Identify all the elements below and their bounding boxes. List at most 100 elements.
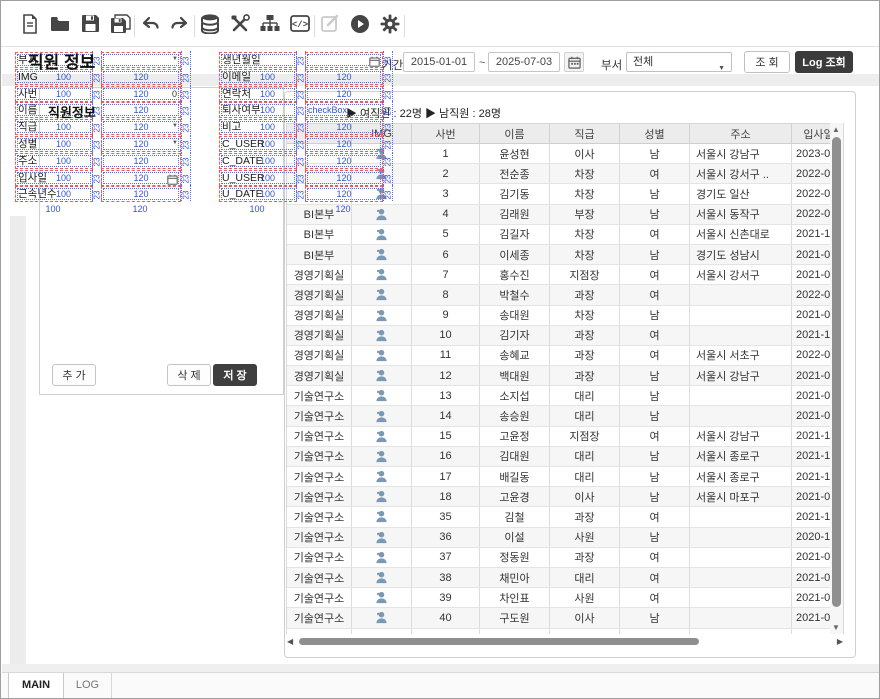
- person-icon[interactable]: [352, 406, 412, 425]
- person-icon[interactable]: [352, 568, 412, 587]
- column-header-이름[interactable]: 이름: [480, 124, 550, 143]
- cell[interactable]: [690, 588, 792, 607]
- cell[interactable]: 서울시 종로구: [690, 467, 792, 486]
- table-row[interactable]: BI본부4김래원부장남서울시 동작구2022-0..: [287, 205, 844, 225]
- designer-input-사번[interactable]: 1200: [101, 86, 181, 102]
- cell[interactable]: 고윤경: [480, 487, 550, 506]
- cell[interactable]: 백대원: [480, 366, 550, 385]
- cell[interactable]: 남: [620, 487, 690, 506]
- redo-button[interactable]: [169, 15, 191, 37]
- designer-label-비고[interactable]: 100비고: [219, 119, 297, 135]
- add-button[interactable]: 추 가: [52, 364, 96, 386]
- cell[interactable]: 서울시 강남구: [690, 427, 792, 446]
- sitemap-button[interactable]: [259, 15, 281, 37]
- designer-input-직급[interactable]: 120▼: [101, 119, 181, 135]
- save-all-button[interactable]: [109, 15, 131, 37]
- cell[interactable]: 차장: [550, 225, 620, 244]
- cell[interactable]: 대리: [550, 568, 620, 587]
- date-from-input[interactable]: [403, 52, 475, 72]
- cell[interactable]: 차장: [550, 184, 620, 203]
- person-icon[interactable]: [352, 507, 412, 526]
- cell[interactable]: 차장: [550, 164, 620, 183]
- person-icon[interactable]: [352, 306, 412, 325]
- cell[interactable]: 기술연구소: [287, 528, 352, 547]
- designer-input-성별[interactable]: 120▼: [101, 136, 181, 152]
- cell[interactable]: 경영기획실: [287, 366, 352, 385]
- scroll-left-icon[interactable]: ◀: [287, 637, 293, 646]
- person-icon[interactable]: [352, 265, 412, 284]
- designer-label-이메일[interactable]: 100이메일: [219, 69, 297, 85]
- cell[interactable]: 경기도 일산: [690, 184, 792, 203]
- cell[interactable]: 경영기획실: [287, 346, 352, 365]
- vertical-scrollbar[interactable]: ▲ ▼: [830, 123, 843, 634]
- cell[interactable]: 윤성현: [480, 144, 550, 163]
- table-row[interactable]: 기술연구소18고윤경이사남서울시 마포구2021-0..: [287, 487, 844, 507]
- cell[interactable]: 배길동: [480, 467, 550, 486]
- cell[interactable]: [690, 285, 792, 304]
- cell[interactable]: 8: [412, 285, 480, 304]
- table-row[interactable]: 기술연구소37정동원과장여2021-0..: [287, 548, 844, 568]
- cell[interactable]: 13: [412, 386, 480, 405]
- cell[interactable]: 여: [620, 285, 690, 304]
- cell[interactable]: 기술연구소: [287, 588, 352, 607]
- cell[interactable]: 차장: [550, 306, 620, 325]
- cell[interactable]: 기술연구소: [287, 608, 352, 627]
- cell[interactable]: 경영기획실: [287, 265, 352, 284]
- dept-select[interactable]: 전체▼: [626, 52, 732, 72]
- table-row[interactable]: BI본부5김길자차장여서울시 신촌대로2021-1..: [287, 225, 844, 245]
- person-icon[interactable]: [352, 487, 412, 506]
- cell[interactable]: 정동원: [480, 548, 550, 567]
- calendar-button[interactable]: [564, 52, 584, 72]
- designer-input-U_DATE[interactable]: 120: [305, 186, 383, 202]
- cell[interactable]: 15: [412, 427, 480, 446]
- delete-button[interactable]: 삭 제: [167, 364, 211, 386]
- cell[interactable]: 이세종: [480, 245, 550, 264]
- column-header-사번[interactable]: 사번: [412, 124, 480, 143]
- designer-label-U_DATE[interactable]: 100U_DATE: [219, 186, 297, 202]
- person-icon[interactable]: [352, 225, 412, 244]
- cell[interactable]: 12: [412, 366, 480, 385]
- cell[interactable]: 송대원: [480, 306, 550, 325]
- edit-button[interactable]: [319, 15, 341, 37]
- table-row[interactable]: 기술연구소15고윤정지점장여서울시 강남구2021-1..: [287, 427, 844, 447]
- column-header-직급[interactable]: 직급: [550, 124, 620, 143]
- cell[interactable]: BI본부: [287, 225, 352, 244]
- cell[interactable]: 남: [620, 184, 690, 203]
- table-row[interactable]: 기술연구소38채민아대리여2021-0..: [287, 568, 844, 588]
- designer-label-퇴사여부[interactable]: 100퇴사여부: [219, 102, 297, 118]
- cell[interactable]: 소지섭: [480, 386, 550, 405]
- cell[interactable]: 여: [620, 225, 690, 244]
- designer-label-입사일[interactable]: 100입사일: [15, 170, 93, 186]
- cell[interactable]: 여: [620, 507, 690, 526]
- save-button[interactable]: [79, 15, 101, 37]
- table-row[interactable]: 경영기획실7홍수진지점장여서울시 강서구2021-0..: [287, 265, 844, 285]
- cell[interactable]: 7: [412, 265, 480, 284]
- vertical-scrollbar-thumb[interactable]: [832, 137, 841, 607]
- table-row[interactable]: 기술연구소40구도원이사남2021-0..: [287, 608, 844, 628]
- cell[interactable]: 대리: [550, 467, 620, 486]
- cell[interactable]: 남: [620, 245, 690, 264]
- cell[interactable]: 부장: [550, 205, 620, 224]
- table-row[interactable]: 기술연구소36이설사원남2020-1..: [287, 528, 844, 548]
- cell[interactable]: 과장: [550, 326, 620, 345]
- cell[interactable]: 지점장: [550, 427, 620, 446]
- cell[interactable]: 이설: [480, 528, 550, 547]
- scroll-up-icon[interactable]: ▲: [832, 125, 840, 134]
- cell[interactable]: 대리: [550, 386, 620, 405]
- cell[interactable]: 차장: [550, 245, 620, 264]
- designer-input-연락처[interactable]: 120: [305, 86, 383, 102]
- cell[interactable]: 남: [620, 447, 690, 466]
- cell[interactable]: [690, 406, 792, 425]
- cell[interactable]: 2: [412, 164, 480, 183]
- horizontal-scrollbar-thumb[interactable]: [299, 638, 699, 645]
- cell[interactable]: 과장: [550, 366, 620, 385]
- cell[interactable]: 기술연구소: [287, 386, 352, 405]
- horizontal-scrollbar[interactable]: ◀ ▶: [287, 635, 843, 648]
- column-header-주소[interactable]: 주소: [690, 124, 792, 143]
- cell[interactable]: 10: [412, 326, 480, 345]
- designer-input-비고[interactable]: 120: [305, 119, 383, 135]
- designer-label-연락처[interactable]: 100연락처: [219, 86, 297, 102]
- cell[interactable]: 과장: [550, 548, 620, 567]
- person-icon[interactable]: [352, 427, 412, 446]
- person-icon[interactable]: [352, 386, 412, 405]
